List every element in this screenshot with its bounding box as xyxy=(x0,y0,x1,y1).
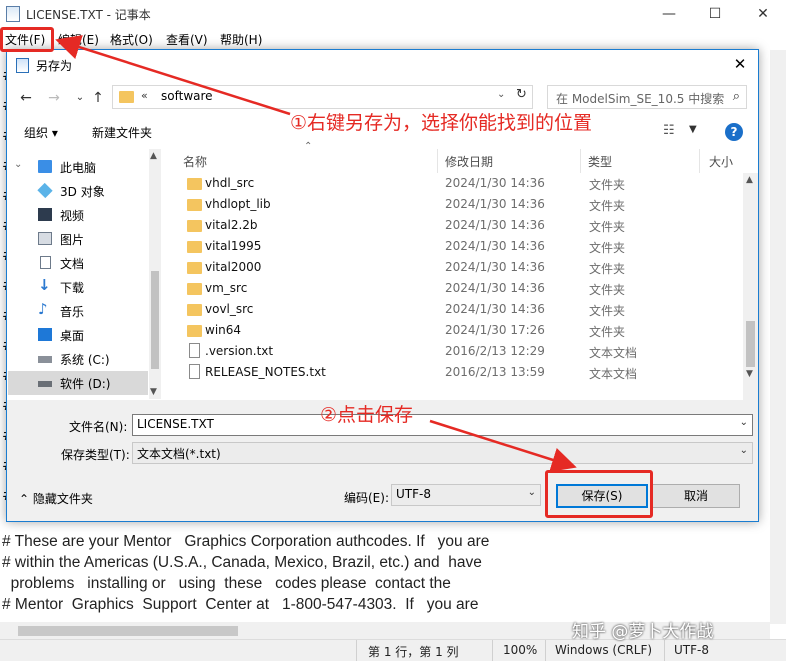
arrow-to-file-menu xyxy=(55,35,291,116)
annotation-arrows xyxy=(55,35,577,472)
arrow-to-save-button xyxy=(429,419,577,472)
